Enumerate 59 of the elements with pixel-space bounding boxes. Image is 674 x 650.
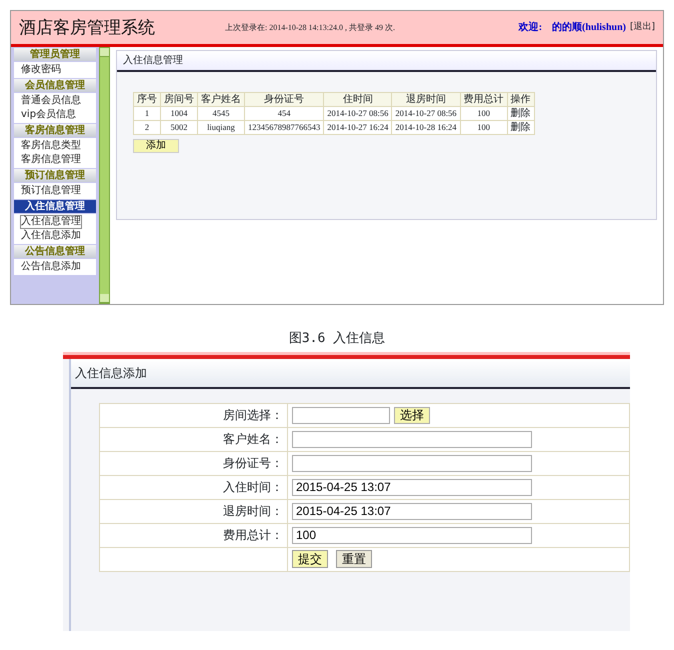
input-field[interactable] [292,454,532,472]
column-header: 房间号 [160,92,198,106]
table-cell: 2014-10-27 08:56 [324,106,392,120]
scrollbar[interactable] [99,47,110,304]
table-cell: 2014-10-27 08:56 [392,106,460,120]
input-field[interactable]: 2015-04-25 13:07 [292,502,532,520]
input-field[interactable]: 2015-04-25 13:07 [292,478,532,496]
table-cell: 2014-10-27 16:24 [324,120,392,134]
figure-caption: 图3.6 入住信息 [288,330,386,348]
sidebar-link[interactable]: vip会员信息 [20,108,78,122]
user-name: 的的顺(hulishun) [552,20,626,35]
column-header: 序号 [134,92,160,106]
table-cell: 12345678987766543 [244,120,324,134]
section-heading[interactable]: 客房信息管理 [14,124,96,137]
column-header: 费用总计 [460,92,508,106]
section-heading[interactable]: 预订信息管理 [14,169,96,182]
table-cell: 454 [244,106,324,120]
column-header: 操作 [507,92,534,106]
sidebar-link[interactable]: 客房信息类型 [20,139,82,153]
panel-title: 入住信息管理 [117,51,656,72]
table-cell: 100 [460,106,508,120]
table-cell: liuqiang [198,120,244,134]
last-login-text: 上次登录在: 2014-10-28 14:13:24.0 , 共登录 49 次. [225,22,395,34]
input-field[interactable] [292,406,390,424]
section-heading[interactable]: 入住信息管理 [14,200,96,213]
table-cell: 4545 [198,106,244,120]
table-cell: 100 [460,120,508,134]
field-label: 费用总计： [223,528,283,542]
logout-link[interactable]: [退出] [630,20,655,34]
welcome-label: 欢迎: [518,20,542,35]
column-header: 客户姓名 [198,92,244,106]
field-label: 退房时间： [223,504,283,518]
field-label: 身份证号： [223,456,283,470]
table-cell: 2014-10-28 16:24 [392,120,460,134]
column-header: 退房时间 [392,92,460,106]
sidebar-link[interactable]: 普通会员信息 [20,94,82,108]
field-label: 客户姓名： [223,432,283,446]
submit-button[interactable]: 提交 [292,550,328,568]
select-button[interactable]: 选择 [394,407,430,424]
section-heading[interactable]: 管理员管理 [14,48,96,61]
reset-button[interactable]: 重置 [336,550,372,568]
column-header: 住时间 [324,92,392,106]
table-cell: 5002 [160,120,198,134]
table-cell: 1004 [160,106,198,120]
app-title: 酒店客房管理系统 [19,16,155,39]
panel-title: 入住信息添加 [71,358,630,388]
column-header: 身份证号 [244,92,324,106]
sidebar-link[interactable]: 客房信息管理 [20,153,82,167]
input-field[interactable] [292,430,532,448]
field-label: 入住时间： [223,480,283,494]
field-label: 房间选择： [223,408,283,422]
sidebar-link[interactable]: 入住信息管理 [20,215,82,229]
table-cell: 1 [134,106,160,120]
table-cell: 2 [134,120,160,134]
add-button[interactable]: 添加 [133,139,179,153]
sidebar-link[interactable]: 入住信息添加 [20,229,82,243]
input-field[interactable]: 100 [292,526,532,544]
section-heading[interactable]: 会员信息管理 [14,79,96,92]
section-heading[interactable]: 公告信息管理 [14,245,96,258]
